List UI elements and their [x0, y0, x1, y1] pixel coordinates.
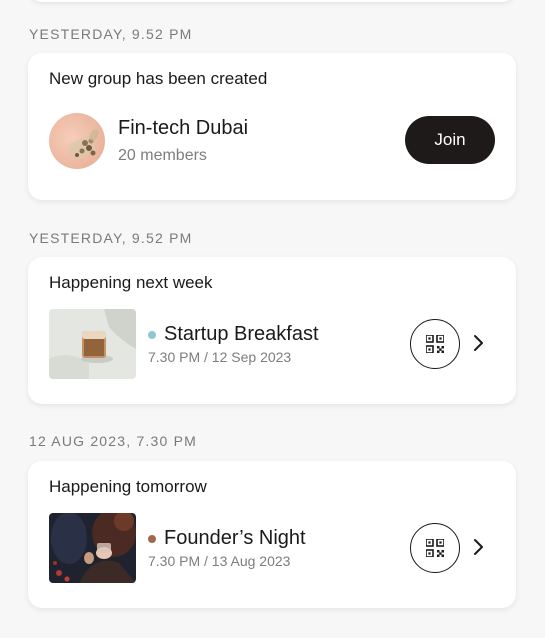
group-avatar	[49, 113, 105, 169]
card-title: Happening next week	[49, 273, 213, 292]
card-title: Happening tomorrow	[49, 477, 207, 496]
event-status-dot	[148, 331, 156, 339]
event-datetime: 7.30 PM / 13 Aug 2023	[148, 553, 291, 569]
qr-code-button[interactable]	[410, 523, 460, 573]
event-thumbnail[interactable]	[49, 513, 136, 583]
section-timestamp: YESTERDAY, 9.52 PM	[29, 26, 193, 42]
event-datetime: 7.30 PM / 12 Sep 2023	[148, 349, 292, 365]
section-timestamp: YESTERDAY, 9.52 PM	[29, 230, 193, 246]
event-card[interactable]: Happening next week Startup Breakfast 7.…	[28, 257, 516, 404]
coffee-cup-image	[49, 309, 136, 379]
chevron-right-icon[interactable]	[470, 537, 486, 557]
group-name[interactable]: Fin-tech Dubai	[118, 117, 248, 140]
event-status-dot	[148, 535, 156, 543]
party-people-image	[49, 513, 136, 583]
qr-code-button[interactable]	[410, 319, 460, 369]
chevron-right-icon[interactable]	[470, 333, 486, 353]
event-name[interactable]: Startup Breakfast	[164, 323, 319, 346]
group-notification-card[interactable]: New group has been created Fin-tech Duba…	[28, 53, 516, 200]
previous-card-edge	[28, 0, 516, 2]
qr-code-icon	[426, 539, 444, 557]
qr-code-icon	[426, 335, 444, 353]
event-thumbnail[interactable]	[49, 309, 136, 379]
event-name[interactable]: Founder’s Night	[164, 527, 306, 550]
coins-jar-image	[68, 129, 99, 160]
card-title: New group has been created	[49, 69, 268, 88]
group-member-count: 20 members	[118, 147, 207, 164]
event-card[interactable]: Happening tomorrow Founder’s Night 7.30 …	[28, 461, 516, 608]
join-button[interactable]: Join	[405, 116, 495, 164]
section-timestamp: 12 AUG 2023, 7.30 PM	[29, 433, 197, 449]
